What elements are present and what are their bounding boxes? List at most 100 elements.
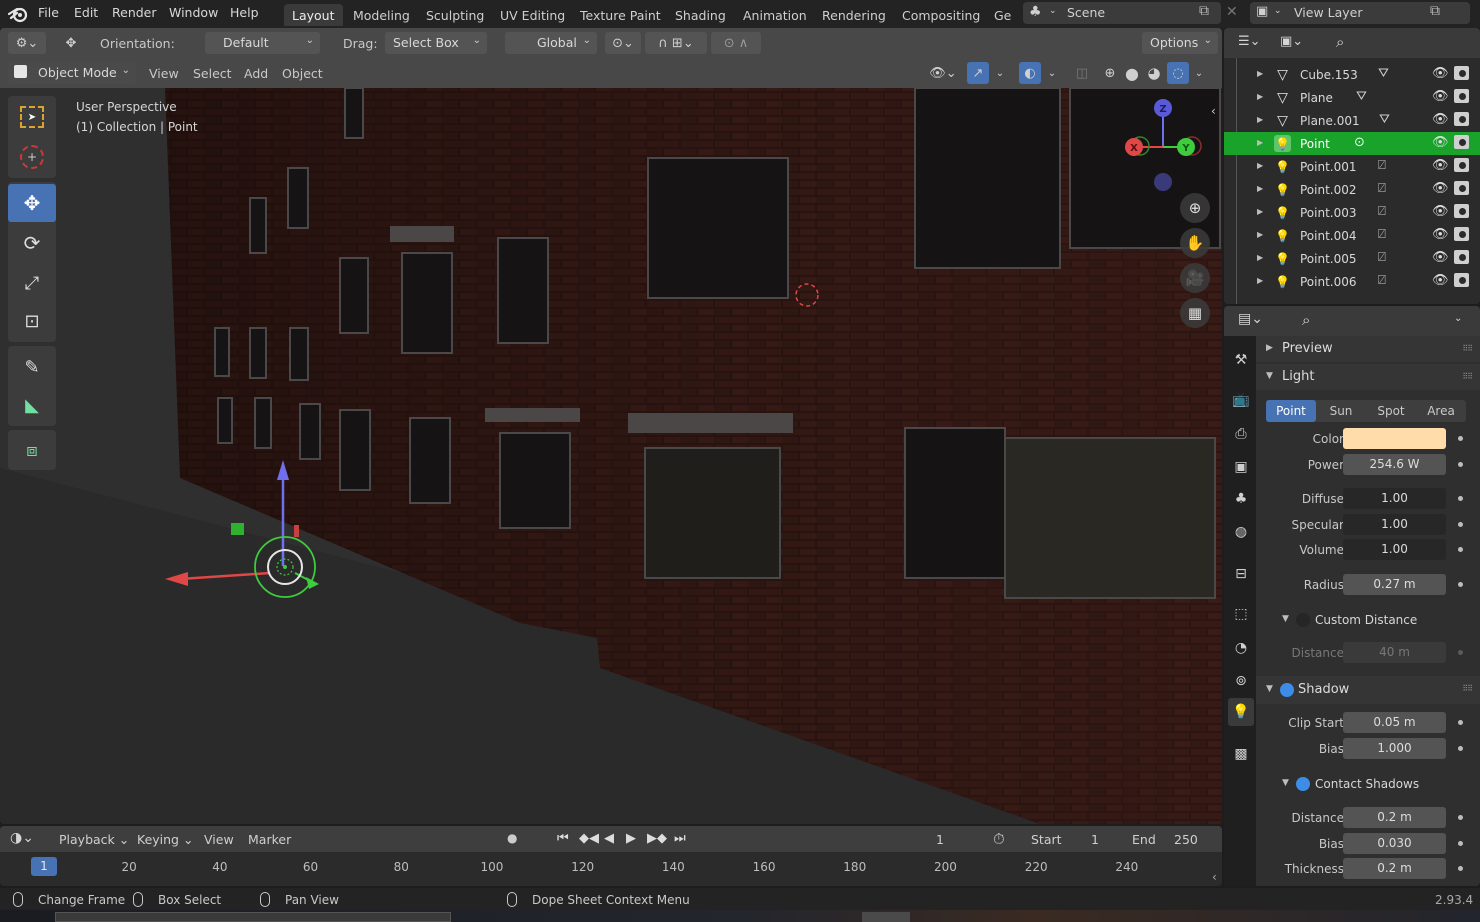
outliner-row-point-006[interactable]: ▶ 💡 Point.006 ⍁ 👁 [1224,270,1480,293]
transform-tool[interactable]: ⊡ [8,302,56,340]
tab-texture-paint[interactable]: Texture Paint [572,4,669,26]
preview-panel-header[interactable]: ▶ Preview ⠿⠿ [1256,336,1480,362]
measure-tool[interactable]: ◣ [8,386,56,424]
tab-geometry-nodes[interactable]: Ge [986,4,1014,26]
menu-view[interactable]: View [149,66,179,81]
keyframe-dot-icon[interactable] [1458,496,1463,501]
custom-distance-checkbox[interactable] [1296,613,1310,627]
contact-shadows-checkbox[interactable] [1296,777,1310,791]
tab-layout[interactable]: Layout [284,4,343,26]
keyframe-dot-icon[interactable] [1458,522,1463,527]
shading-options-chevron-icon[interactable]: ⌄ [1190,62,1208,84]
eye-icon[interactable]: 👁 [1432,204,1449,219]
sidebar-toggle-icon[interactable]: ‹ [1212,870,1217,884]
eye-icon[interactable]: 👁 [1432,250,1449,265]
tab-light-data[interactable]: 💡 [1228,698,1254,726]
xray-toggle-icon[interactable]: ◫ [1072,62,1092,84]
expand-triangle-icon[interactable]: ▶ [1257,69,1263,78]
eye-icon[interactable]: 👁 [1432,112,1449,127]
menu-playback[interactable]: Playback ⌄ [59,832,129,847]
jump-end-icon[interactable]: ⏭ [674,831,686,846]
display-mode-icon[interactable]: ☰⌄ [1238,34,1261,49]
search-icon[interactable]: ⌕ [1302,311,1310,329]
light-type-spot[interactable]: Spot [1366,400,1416,422]
expand-triangle-icon[interactable]: ▶ [1257,253,1263,262]
tool-settings-button[interactable]: ⚙⌄ [8,32,46,54]
menu-select[interactable]: Select [193,66,232,81]
tab-physics[interactable]: ◔ [1228,634,1254,662]
move-tool[interactable]: ✥ [8,184,56,222]
search-icon[interactable]: ⌕ [1336,33,1344,51]
overlays-options-chevron-icon[interactable]: ⌄ [1043,62,1061,84]
tab-constraints[interactable]: ⊚ [1228,667,1254,695]
eye-icon[interactable]: 👁 [1432,135,1449,150]
keyframe-dot-icon[interactable] [1458,436,1463,441]
camera-render-icon[interactable] [1454,273,1469,287]
scale-tool[interactable]: ⤢ [8,264,56,302]
transform-space-dropdown[interactable]: Global ⌄ [505,32,597,54]
gizmo-toggle-icon[interactable]: ↗ [967,62,989,84]
perspective-toggle-button[interactable]: ▦ [1180,298,1210,328]
tab-modeling[interactable]: Modeling [345,4,418,26]
light-data-icon[interactable]: ⍁ [1378,204,1386,219]
rendered-shading-icon[interactable]: ◌ [1167,62,1189,84]
color-swatch[interactable] [1343,428,1446,449]
menu-help[interactable]: Help [230,5,259,20]
play-icon[interactable]: ▶ [626,831,636,846]
eye-icon[interactable]: 👁 [1432,89,1449,104]
keyframe-dot-icon[interactable] [1458,720,1463,725]
shadow-checkbox[interactable] [1280,683,1294,697]
menu-add[interactable]: Add [244,66,268,81]
menu-view[interactable]: View [204,832,234,847]
menu-marker[interactable]: Marker [248,832,291,847]
overlays-toggle-icon[interactable]: ◐ [1019,62,1041,84]
camera-render-icon[interactable] [1454,250,1469,264]
distance-field[interactable]: 40 m [1343,642,1446,663]
clip-start-field[interactable]: 0.05 m [1343,712,1446,733]
editor-type-icon[interactable]: ▤⌄ [1238,311,1263,327]
expand-triangle-icon[interactable]: ▶ [1257,138,1263,147]
zoom-view-button[interactable]: ⊕ [1180,193,1210,223]
light-type-point[interactable]: Point [1266,400,1316,422]
frame-cursor[interactable]: 1 [31,857,57,876]
camera-render-icon[interactable] [1454,135,1469,149]
light-type-sun[interactable]: Sun [1316,400,1366,422]
camera-render-icon[interactable] [1454,227,1469,241]
keyframe-dot-icon[interactable] [1458,841,1463,846]
volume-field[interactable]: 1.00 [1343,539,1446,560]
menu-window[interactable]: Window [169,5,218,20]
delete-scene-icon[interactable]: ✕ [1226,4,1238,20]
specular-field[interactable]: 1.00 [1343,514,1446,535]
3d-viewport[interactable]: Z X Y ⚙⌄ ✥ Orientation: Default ⌄ Drag: S… [0,28,1222,824]
prev-keyframe-icon[interactable]: ◆◀ [579,831,599,846]
camera-render-icon[interactable] [1454,66,1469,80]
sidebar-toggle-icon[interactable]: ‹ [1211,104,1216,118]
power-field[interactable]: 254.6 W [1343,454,1446,475]
light-data-icon[interactable]: ⊙ [1354,135,1365,150]
light-data-icon[interactable]: ⍁ [1378,181,1386,196]
solid-shading-icon[interactable]: ● [1122,62,1142,84]
expand-triangle-icon[interactable]: ▶ [1257,276,1263,285]
light-data-icon[interactable]: ⍁ [1378,227,1386,242]
eye-icon[interactable]: 👁 [1432,181,1449,196]
eye-icon[interactable]: 👁 [1432,273,1449,288]
view-layer-selector[interactable]: ▣ ⌄ View Layer ⧉ [1250,2,1470,24]
snap-button[interactable]: ∩ ⊞⌄ [645,32,707,54]
camera-view-button[interactable]: 🎥 [1180,263,1210,293]
menu-object[interactable]: Object [282,66,323,81]
outliner-row-plane-001[interactable]: ▶ ▽ Plane.001 ⛛ 👁 [1224,109,1480,132]
tab-compositing[interactable]: Compositing [894,4,988,26]
tab-scene[interactable]: ♣ [1228,485,1254,513]
tab-rendering[interactable]: Rendering [814,4,894,26]
contact-bias-field[interactable]: 0.030 [1343,833,1446,854]
menu-keying[interactable]: Keying ⌄ [137,832,193,847]
outliner-row-cube-153[interactable]: ▶ ▽ Cube.153 ⛛ 👁 [1224,63,1480,86]
drag-grip-icon[interactable]: ⠿⠿ [1462,684,1473,693]
taskbar-active-app[interactable] [862,912,910,922]
outliner-row-plane[interactable]: ▶ ▽ Plane ⛛ 👁 [1224,86,1480,109]
new-view-layer-icon[interactable]: ⧉ [1430,3,1440,19]
light-panel-header[interactable]: ▼ Light ⠿⠿ [1256,364,1480,390]
bias-field[interactable]: 1.000 [1343,738,1446,759]
light-data-icon[interactable]: ⍁ [1378,273,1386,288]
tab-render[interactable]: 📺 [1228,386,1254,414]
